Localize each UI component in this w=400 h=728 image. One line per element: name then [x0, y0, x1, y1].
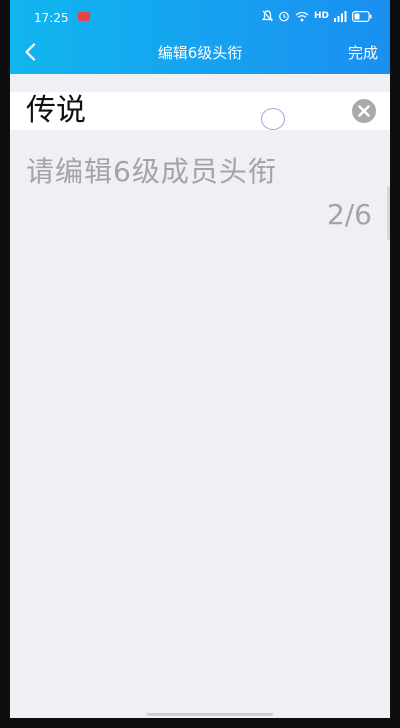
touch-indicator [261, 108, 285, 130]
network-type: HD [313, 11, 329, 21]
status-icons: HD [261, 9, 372, 23]
alarm-icon [279, 11, 289, 22]
title-input-row [10, 92, 390, 130]
scrollbar[interactable] [387, 186, 390, 240]
hint-text: 请编辑6级成员头衔 [26, 155, 277, 188]
status-bar: 17:25 HD [10, 0, 390, 30]
top-bar: 17:25 HD 编辑6级头衔 完成 [10, 0, 390, 74]
wifi-icon [295, 11, 309, 21]
page-title: 编辑6级头衔 [157, 44, 243, 62]
done-button[interactable]: 完成 [348, 42, 378, 63]
title-bar: 编辑6级头衔 完成 [10, 30, 390, 74]
screen: 17:25 HD 编辑6级头衔 完成 传说 请编辑6级成员头衔 2/6 [10, 0, 390, 718]
signal-icon [334, 10, 347, 22]
clear-icon [352, 99, 376, 123]
clear-button[interactable] [352, 99, 376, 123]
battery-icon [352, 10, 372, 22]
phone-frame: 17:25 HD 编辑6级头衔 完成 传说 请编辑6级成员头衔 2/6 [0, 0, 400, 728]
char-counter: 2/6 [326, 198, 372, 231]
status-time: 17:25 [34, 11, 69, 25]
rec-icon [78, 12, 90, 21]
mute-icon [261, 10, 273, 22]
home-indicator[interactable] [147, 713, 273, 716]
